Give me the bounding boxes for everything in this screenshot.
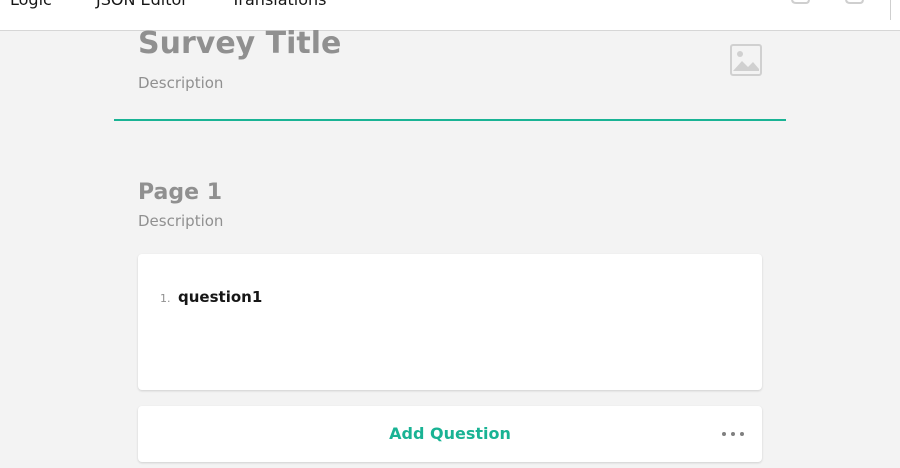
page-title[interactable]: Page 1 [138, 180, 222, 205]
header-divider [114, 119, 786, 121]
toolbar-divider [890, 0, 891, 20]
add-question-button[interactable]: Add Question [138, 406, 762, 462]
tab-json-editor[interactable]: JSON Editor [96, 0, 188, 9]
image-placeholder-icon[interactable] [729, 43, 763, 77]
page-description[interactable]: Description [138, 212, 223, 230]
question-title[interactable]: question1 [178, 288, 262, 306]
more-horizontal-icon[interactable] [720, 424, 748, 444]
top-toolbar: Logic JSON Editor Translations [0, 0, 900, 31]
question-number: 1. [160, 292, 171, 305]
survey-title[interactable]: Survey Title [138, 26, 341, 61]
redo-icon[interactable] [843, 0, 867, 8]
question-card[interactable]: 1. question1 [138, 254, 762, 390]
tab-translations[interactable]: Translations [231, 0, 327, 9]
undo-icon[interactable] [788, 0, 812, 8]
tab-logic[interactable]: Logic [10, 0, 52, 9]
survey-description[interactable]: Description [138, 74, 223, 92]
add-question-bar: Add Question [138, 406, 762, 462]
